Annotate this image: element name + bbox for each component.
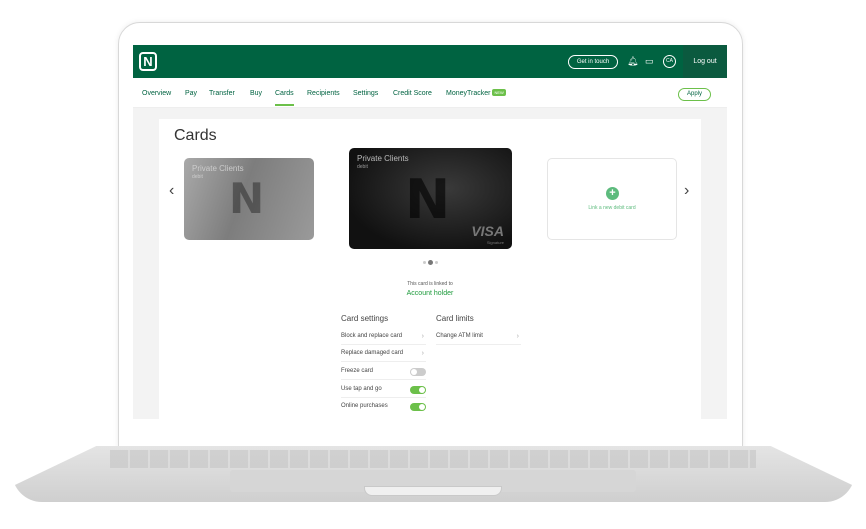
page-title: Cards xyxy=(174,127,217,144)
card-name: Private Clients xyxy=(192,164,244,173)
carousel-dot-active[interactable] xyxy=(428,260,433,265)
row-label: Online purchases xyxy=(341,403,388,409)
online-purchases-row: Online purchases xyxy=(341,398,426,415)
new-badge: NEW xyxy=(492,89,506,96)
card-limits-title: Card limits xyxy=(436,314,474,323)
tab-overview[interactable]: Overview xyxy=(142,90,171,97)
nedbank-mark-icon: N xyxy=(229,174,265,223)
tab-settings[interactable]: Settings xyxy=(353,90,378,97)
visa-logo: VISA xyxy=(471,223,504,239)
laptop-keyboard xyxy=(110,450,756,468)
chat-icon[interactable]: ▭ xyxy=(645,56,654,67)
nav-bar: Overview Pay Transfer Buy Cards Recipien… xyxy=(133,78,727,108)
tab-cards[interactable]: Cards xyxy=(275,90,294,106)
freeze-card-toggle[interactable] xyxy=(410,368,426,376)
freeze-card-row: Freeze card xyxy=(341,363,426,380)
card-type: debit xyxy=(192,174,203,180)
online-purchases-toggle[interactable] xyxy=(410,403,426,411)
logo[interactable]: N xyxy=(139,52,157,71)
visa-tier: Signature xyxy=(486,240,504,245)
chevron-left-icon[interactable]: ‹ xyxy=(169,182,174,200)
header: N Get in touch 🔔︎ ▭ CA Log out xyxy=(133,45,727,78)
bell-icon[interactable]: 🔔︎ xyxy=(627,56,638,67)
chevron-right-icon: › xyxy=(516,333,519,340)
screen: N Get in touch 🔔︎ ▭ CA Log out Overview … xyxy=(133,45,727,419)
card-inactive[interactable]: Private Clients debit N xyxy=(184,158,314,240)
logout-button[interactable]: Log out xyxy=(683,45,727,78)
chevron-right-icon: › xyxy=(421,333,424,340)
card-type: debit xyxy=(357,164,368,170)
tab-pay[interactable]: Pay xyxy=(185,90,197,97)
tap-and-go-row: Use tap and go xyxy=(341,381,426,398)
block-replace-card-row[interactable]: Block and replace card › xyxy=(341,328,426,345)
row-label: Use tap and go xyxy=(341,386,382,392)
card-active[interactable]: Private Clients debit N VISA Signature xyxy=(349,148,512,249)
row-label: Block and replace card xyxy=(341,333,403,339)
row-label: Change ATM limit xyxy=(436,333,483,339)
tab-label: MoneyTracker xyxy=(446,90,491,97)
change-atm-limit-row[interactable]: Change ATM limit › xyxy=(436,328,521,345)
row-label: Replace damaged card xyxy=(341,350,404,356)
carousel-dot[interactable] xyxy=(423,261,426,264)
avatar[interactable]: CA xyxy=(663,55,676,68)
account-holder-link[interactable]: Account holder xyxy=(159,290,701,297)
tab-moneytracker[interactable]: MoneyTracker NEW xyxy=(446,89,506,97)
replace-damaged-card-row[interactable]: Replace damaged card › xyxy=(341,345,426,362)
link-card-label: Link a new debit card xyxy=(588,205,636,211)
plus-icon: + xyxy=(606,187,619,200)
carousel-dot[interactable] xyxy=(435,261,438,264)
tab-recipients[interactable]: Recipients xyxy=(307,90,340,97)
chevron-right-icon: › xyxy=(421,350,424,357)
cards-panel: Cards ‹ › Private Clients debit N Privat… xyxy=(159,119,701,419)
linked-label: This card is linked to xyxy=(407,281,453,287)
get-in-touch-button[interactable]: Get in touch xyxy=(568,55,618,69)
apply-button[interactable]: Apply xyxy=(678,88,711,101)
nedbank-mark-icon: N xyxy=(405,168,451,231)
card-name: Private Clients xyxy=(357,154,409,163)
link-new-card-tile[interactable]: + Link a new debit card xyxy=(547,158,677,240)
tab-transfer[interactable]: Transfer xyxy=(209,90,235,97)
tab-buy[interactable]: Buy xyxy=(250,90,262,97)
chevron-right-icon[interactable]: › xyxy=(684,182,689,200)
tap-and-go-toggle[interactable] xyxy=(410,386,426,394)
row-label: Freeze card xyxy=(341,368,374,374)
tab-credit-score[interactable]: Credit Score xyxy=(393,90,432,97)
card-settings-title: Card settings xyxy=(341,314,389,323)
laptop-notch xyxy=(364,486,502,496)
